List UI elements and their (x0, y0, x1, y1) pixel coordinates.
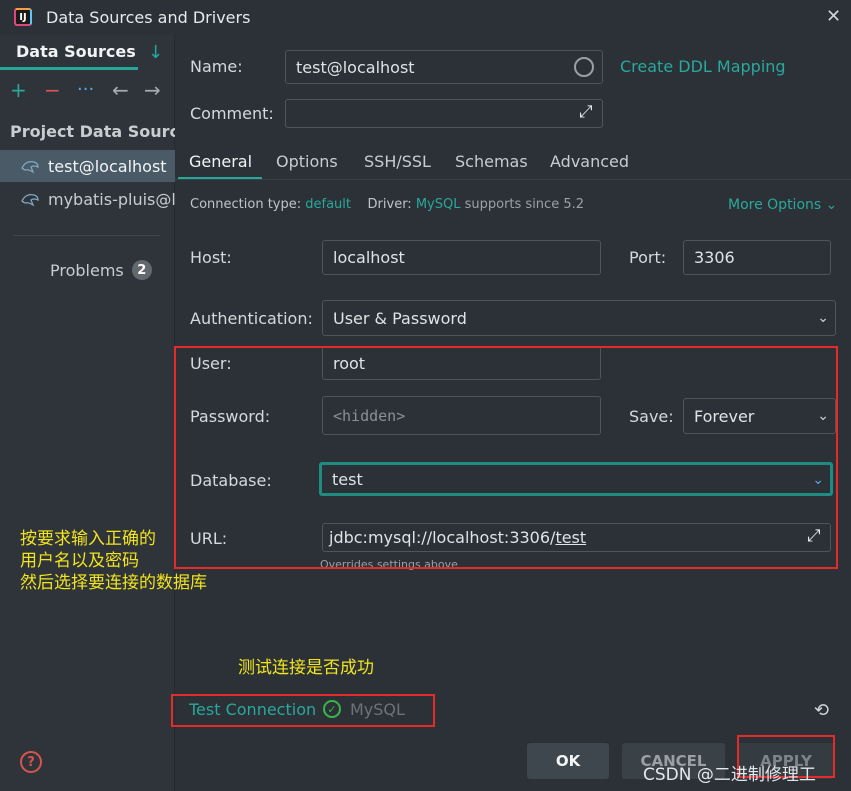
sidebar-item-label: mybatis-pluis@lo (48, 189, 175, 209)
mysql-dolphin-icon (20, 158, 40, 174)
tab-schemas[interactable]: Schemas (455, 152, 528, 180)
connection-type-label: Connection type: (190, 197, 302, 212)
tab-advanced[interactable]: Advanced (550, 152, 629, 180)
sidebar-item-test-localhost[interactable]: test@localhost (0, 150, 175, 182)
test-connection-link[interactable]: Test Connection (189, 700, 316, 719)
authentication-label: Authentication: (190, 309, 313, 328)
tabs-divider (175, 179, 851, 180)
remove-icon[interactable]: − (44, 78, 61, 102)
help-icon[interactable]: ? (20, 751, 42, 773)
connection-info: Connection type: default Driver: MySQL s… (190, 197, 584, 212)
port-label: Port: (629, 248, 667, 267)
sidebar-item-label: test@localhost (48, 156, 167, 176)
problems-count-badge: 2 (131, 260, 152, 280)
driver-link[interactable]: MySQL (416, 197, 461, 212)
highlight-box-credentials (174, 346, 838, 569)
sidebar-item-mybatis-pluis[interactable]: mybatis-pluis@lo (0, 183, 175, 215)
more-options-label: More Options (728, 197, 822, 213)
name-field[interactable]: test@localhost (285, 50, 603, 84)
divider (14, 235, 160, 236)
expand-icon[interactable]: ⤢ (579, 102, 593, 122)
add-icon[interactable]: + (10, 78, 27, 102)
comment-label: Comment: (190, 104, 274, 123)
name-label: Name: (190, 57, 243, 76)
port-field[interactable]: 3306 (683, 240, 831, 275)
more-options-link[interactable]: More Options ⌄ (728, 197, 837, 213)
chevron-down-icon: ⌄ (825, 197, 838, 213)
chevron-down-icon: ⌄ (817, 310, 829, 326)
tab-data-sources[interactable]: Data Sources (0, 36, 138, 70)
window-title: Data Sources and Drivers (46, 8, 251, 27)
annotation-line: 然后选择要连接的数据库 (20, 573, 207, 593)
mysql-dolphin-icon (20, 191, 40, 207)
check-icon: ✓ (323, 700, 341, 718)
tab-options[interactable]: Options (276, 152, 338, 180)
tab-ssh-ssl[interactable]: SSH/SSL (364, 152, 431, 180)
host-field[interactable]: localhost (322, 240, 601, 275)
problems-label: Problems (50, 260, 124, 280)
color-circle-icon[interactable] (574, 57, 594, 77)
back-arrow-icon[interactable]: ← (112, 78, 129, 102)
test-driver-label: MySQL (350, 700, 405, 719)
sort-down-icon[interactable]: ↓ (148, 42, 163, 63)
app-logo-icon: IJ (14, 8, 32, 26)
driver-label: Driver: (367, 197, 412, 212)
annotation-test-connection: 测试连接是否成功 (238, 658, 374, 678)
revert-icon[interactable]: ⟲ (814, 700, 829, 721)
sidebar (0, 34, 175, 791)
ok-button[interactable]: OK (527, 743, 609, 779)
close-icon[interactable]: ✕ (826, 6, 841, 27)
problems-link[interactable]: Problems 2 (50, 260, 152, 280)
driver-suffix: supports since 5.2 (464, 197, 585, 212)
host-label: Host: (190, 248, 232, 267)
more-icon[interactable]: ··· (77, 79, 94, 100)
authentication-select[interactable]: User & Password ⌄ (322, 300, 836, 336)
comment-field[interactable] (285, 99, 603, 128)
authentication-value: User & Password (333, 308, 467, 328)
watermark: CSDN @二进制修理工 (643, 765, 816, 785)
create-ddl-mapping-link[interactable]: Create DDL Mapping (620, 57, 786, 76)
connection-type-value[interactable]: default (305, 197, 351, 212)
section-title: Project Data Sources (10, 122, 175, 141)
tab-general[interactable]: General (178, 152, 262, 180)
forward-arrow-icon[interactable]: → (144, 78, 161, 102)
